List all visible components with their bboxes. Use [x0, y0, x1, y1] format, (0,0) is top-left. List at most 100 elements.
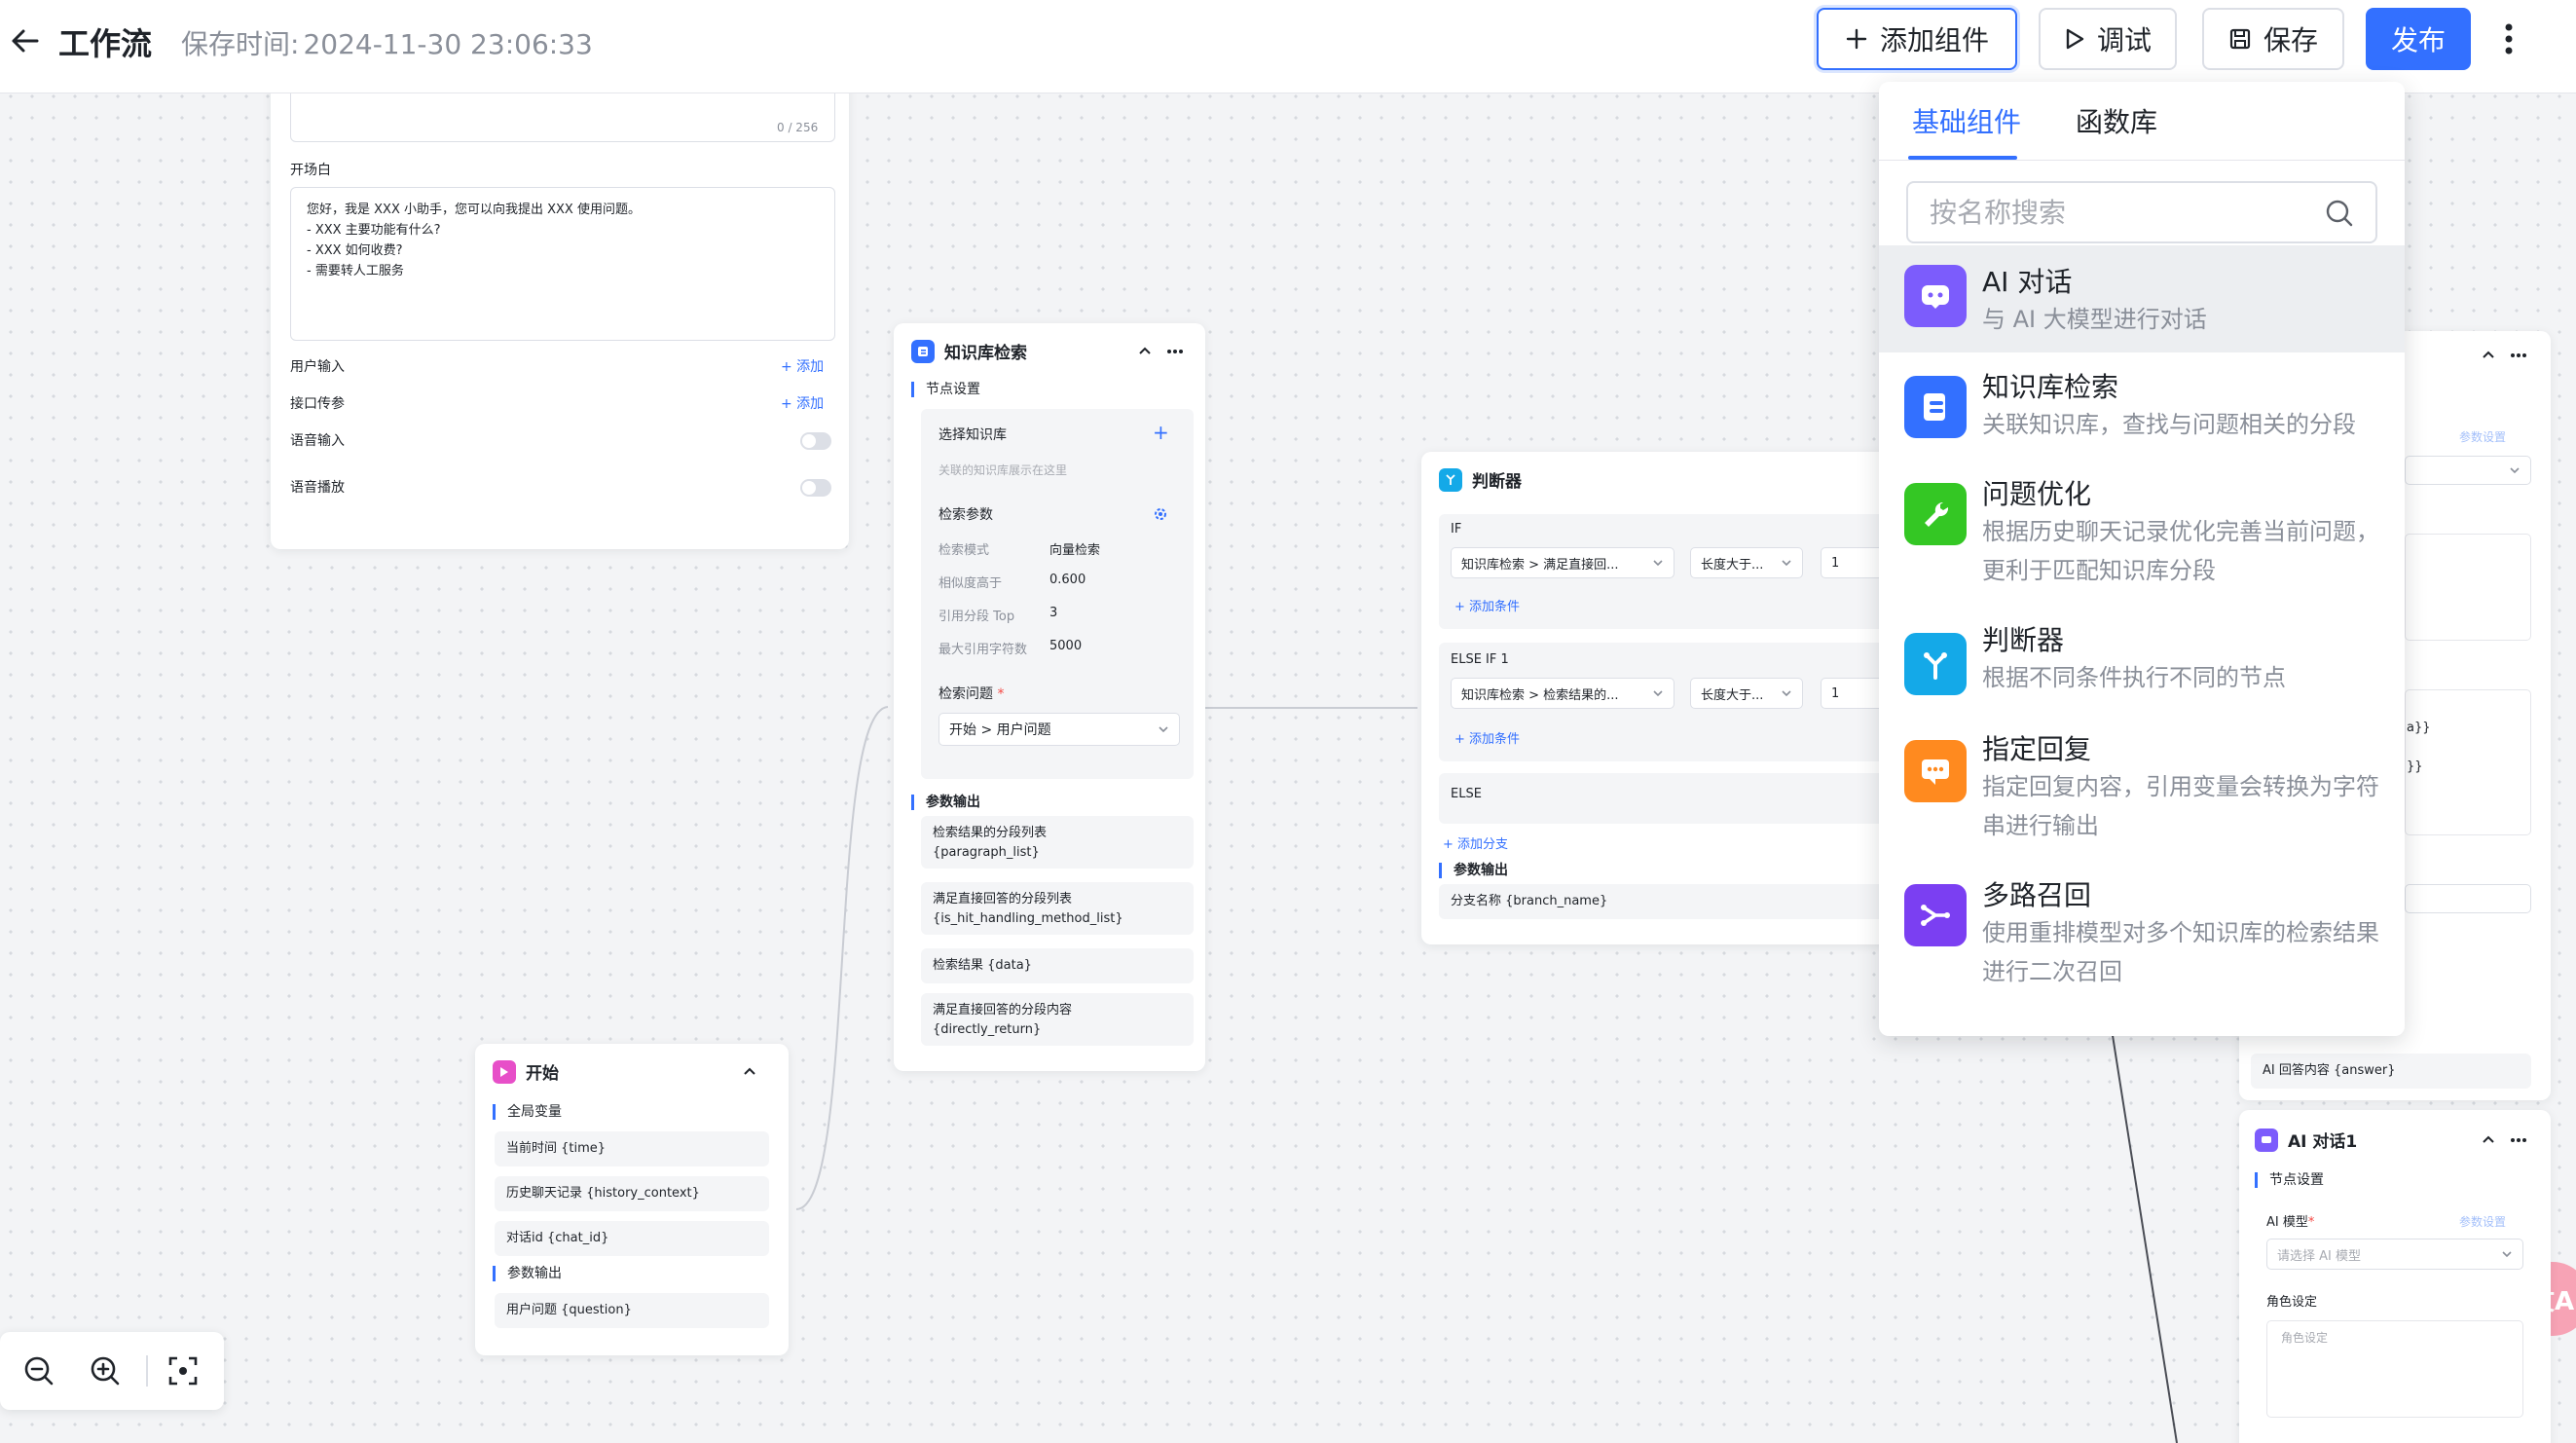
elseif-operator-value: 长度大于...	[1701, 687, 1764, 703]
add-condition-link[interactable]: + 添加条件	[1454, 728, 1520, 747]
question-label-text: 检索问题	[938, 686, 993, 702]
connector-judge-to-ai	[2102, 973, 2178, 1443]
user-input-label: 用户输入	[290, 359, 345, 375]
global-var-field: 对话id {chat_id}	[495, 1221, 769, 1256]
component-question-optimize[interactable]: 问题优化 根据历史聊天记录优化完善当前问题，更利于匹配知识库分段	[1879, 462, 2405, 608]
base-info-node[interactable]: 0 / 256 开场白 您好，我是 XXX 小助手，您可以向我提出 XXX 使用…	[271, 68, 849, 549]
reply-icon	[1904, 740, 1967, 802]
params-setting-link[interactable]: 参数设置	[2459, 428, 2506, 445]
ai-node-title: AI 对话1	[2288, 1132, 2358, 1152]
zoom-out-icon[interactable]	[21, 1353, 56, 1388]
question-select-value: 开始 > 用户问题	[949, 722, 1051, 738]
tab-basic-components[interactable]: 基础组件	[1912, 101, 2021, 140]
if-operator-select[interactable]: 长度大于...	[1690, 547, 1803, 578]
model-label: AI 模型*	[2266, 1211, 2314, 1230]
tabs-divider	[1879, 160, 2405, 161]
add-component-panel: 基础组件 函数库 AI 对话 与 AI 大模型进行对话 知识库检索 关联知识库，…	[1879, 82, 2405, 1036]
branch-name-output: 分支名称 {branch_name}	[1439, 884, 1908, 919]
start-node-title: 开始	[526, 1064, 559, 1084]
publish-button[interactable]: 发布	[2366, 8, 2471, 70]
prompt-textarea[interactable]	[2405, 689, 2531, 835]
output-var: {paragraph_list}	[933, 845, 1040, 860]
collapse-icon[interactable]	[742, 1063, 757, 1079]
add-kb-button[interactable]: +	[1153, 421, 1169, 444]
more-icon[interactable]	[2510, 352, 2527, 358]
chevron-down-icon	[1653, 560, 1663, 567]
param-key: 相似度高于	[938, 576, 1003, 591]
add-user-input-link[interactable]: + 添加	[781, 356, 824, 376]
more-icon[interactable]	[2510, 1137, 2527, 1143]
start-node[interactable]: 开始 全局变量 当前时间 {time} 历史聊天记录 {history_cont…	[475, 1044, 789, 1355]
knowledge-node-header: 知识库检索	[911, 339, 1027, 363]
start-icon	[493, 1059, 516, 1084]
zoom-divider	[146, 1355, 148, 1387]
if-variable-select[interactable]: 知识库检索 > 满足直接回...	[1451, 547, 1674, 578]
component-search-input[interactable]	[1930, 197, 2319, 229]
add-api-params-link[interactable]: + 添加	[781, 393, 824, 413]
if-operator-value: 长度大于...	[1701, 557, 1764, 573]
ai-model-placeholder: 请选择 AI 模型	[2277, 1248, 2361, 1264]
output-var: {is_hit_handling_method_list}	[933, 911, 1123, 926]
component-ai-chat[interactable]: AI 对话 与 AI 大模型进行对话	[1879, 245, 2405, 352]
system-textarea[interactable]	[2405, 534, 2531, 641]
add-branch-link[interactable]: + 添加分支	[1443, 833, 1508, 852]
more-icon[interactable]	[1166, 349, 1184, 354]
voice-play-label: 语音播放	[290, 480, 345, 496]
ai-params-setting-link[interactable]: 参数设置	[2459, 1213, 2506, 1230]
save-button[interactable]: 保存	[2202, 8, 2344, 70]
required-mark: *	[993, 686, 1005, 702]
role-label: 角色设定	[2266, 1295, 2318, 1310]
collapse-icon[interactable]	[2481, 347, 2496, 362]
description-textarea[interactable]	[290, 88, 835, 142]
component-multi-recall[interactable]: 多路召回 使用重排模型对多个知识库的检索结果进行二次召回	[1879, 863, 2405, 1009]
fit-view-icon[interactable]	[166, 1353, 201, 1388]
model-select[interactable]	[2405, 456, 2531, 485]
prologue-label: 开场白	[290, 163, 331, 178]
voice-play-toggle[interactable]	[800, 479, 831, 497]
chevron-down-icon	[2510, 467, 2520, 474]
component-judge[interactable]: 判断器 根据不同条件执行不同的节点	[1879, 608, 2405, 717]
add-condition-link[interactable]: + 添加条件	[1454, 596, 1520, 614]
param-key: 最大引用字符数	[938, 643, 1028, 657]
component-knowledge-search[interactable]: 知识库检索 关联知识库，查找与问题相关的分段	[1879, 352, 2405, 462]
prologue-line: - XXX 主要功能有什么?	[307, 223, 441, 238]
start-output-heading: 参数输出	[493, 1266, 562, 1281]
ai-model-select[interactable]: 请选择 AI 模型	[2266, 1239, 2523, 1270]
voice-input-toggle[interactable]	[800, 432, 831, 450]
knowledge-search-icon	[1904, 376, 1967, 438]
output-field: 检索结果的分段列表 {paragraph_list}	[921, 816, 1194, 869]
settings-gear-icon[interactable]	[1153, 506, 1168, 522]
ai-chat-icon	[1904, 265, 1967, 327]
role-textarea[interactable]: 角色设定	[2266, 1320, 2523, 1418]
collapse-icon[interactable]	[2481, 1131, 2496, 1147]
history-input[interactable]	[2405, 884, 2531, 913]
param-key: 检索模式	[938, 543, 990, 558]
play-icon	[2066, 28, 2084, 50]
zoom-controls	[0, 1332, 224, 1410]
collapse-icon[interactable]	[1137, 343, 1153, 358]
search-icon[interactable]	[2323, 197, 2356, 230]
knowledge-search-node[interactable]: 知识库检索 节点设置 选择知识库 + 关联的知识库展示在这里 检索参数 检索模式…	[894, 323, 1205, 1071]
zoom-in-icon[interactable]	[88, 1353, 123, 1388]
ai-chat-node[interactable]: AI 对话1 节点设置 AI 模型* 参数设置 请选择 AI 模型 角色设定 角…	[2239, 1110, 2551, 1443]
debug-button[interactable]: 调试	[2039, 8, 2177, 70]
tab-function-library[interactable]: 函数库	[2076, 101, 2157, 140]
prompt-var-text: }}	[2407, 759, 2423, 774]
component-search[interactable]	[1906, 181, 2377, 243]
more-vertical-icon[interactable]	[2496, 18, 2521, 60]
api-params-label: 接口传参	[290, 396, 345, 412]
add-component-button[interactable]: 添加组件	[1817, 8, 2017, 70]
model-label-text: AI 模型	[2266, 1215, 2308, 1230]
back-arrow-icon[interactable]	[4, 19, 47, 62]
chevron-down-icon	[1159, 726, 1168, 733]
judge-node[interactable]: 判断器 IF 知识库检索 > 满足直接回... 长度大于... 1 + 添加条件…	[1421, 452, 1908, 944]
prologue-textarea[interactable]: 您好，我是 XXX 小助手，您可以向我提出 XXX 使用问题。 - XXX 主要…	[290, 187, 835, 341]
required-mark: *	[2307, 1215, 2315, 1230]
component-name: 问题优化	[1982, 478, 2092, 510]
elseif-operator-select[interactable]: 长度大于...	[1690, 678, 1803, 709]
elseif-variable-select[interactable]: 知识库检索 > 检索结果的...	[1451, 678, 1674, 709]
component-reply[interactable]: 指定回复 指定回复内容，引用变量会转换为字符串进行输出	[1879, 717, 2405, 863]
question-select[interactable]: 开始 > 用户问题	[938, 713, 1180, 746]
chevron-down-icon	[1653, 690, 1663, 697]
component-desc: 指定回复内容，引用变量会转换为字符串进行输出	[1982, 773, 2379, 839]
